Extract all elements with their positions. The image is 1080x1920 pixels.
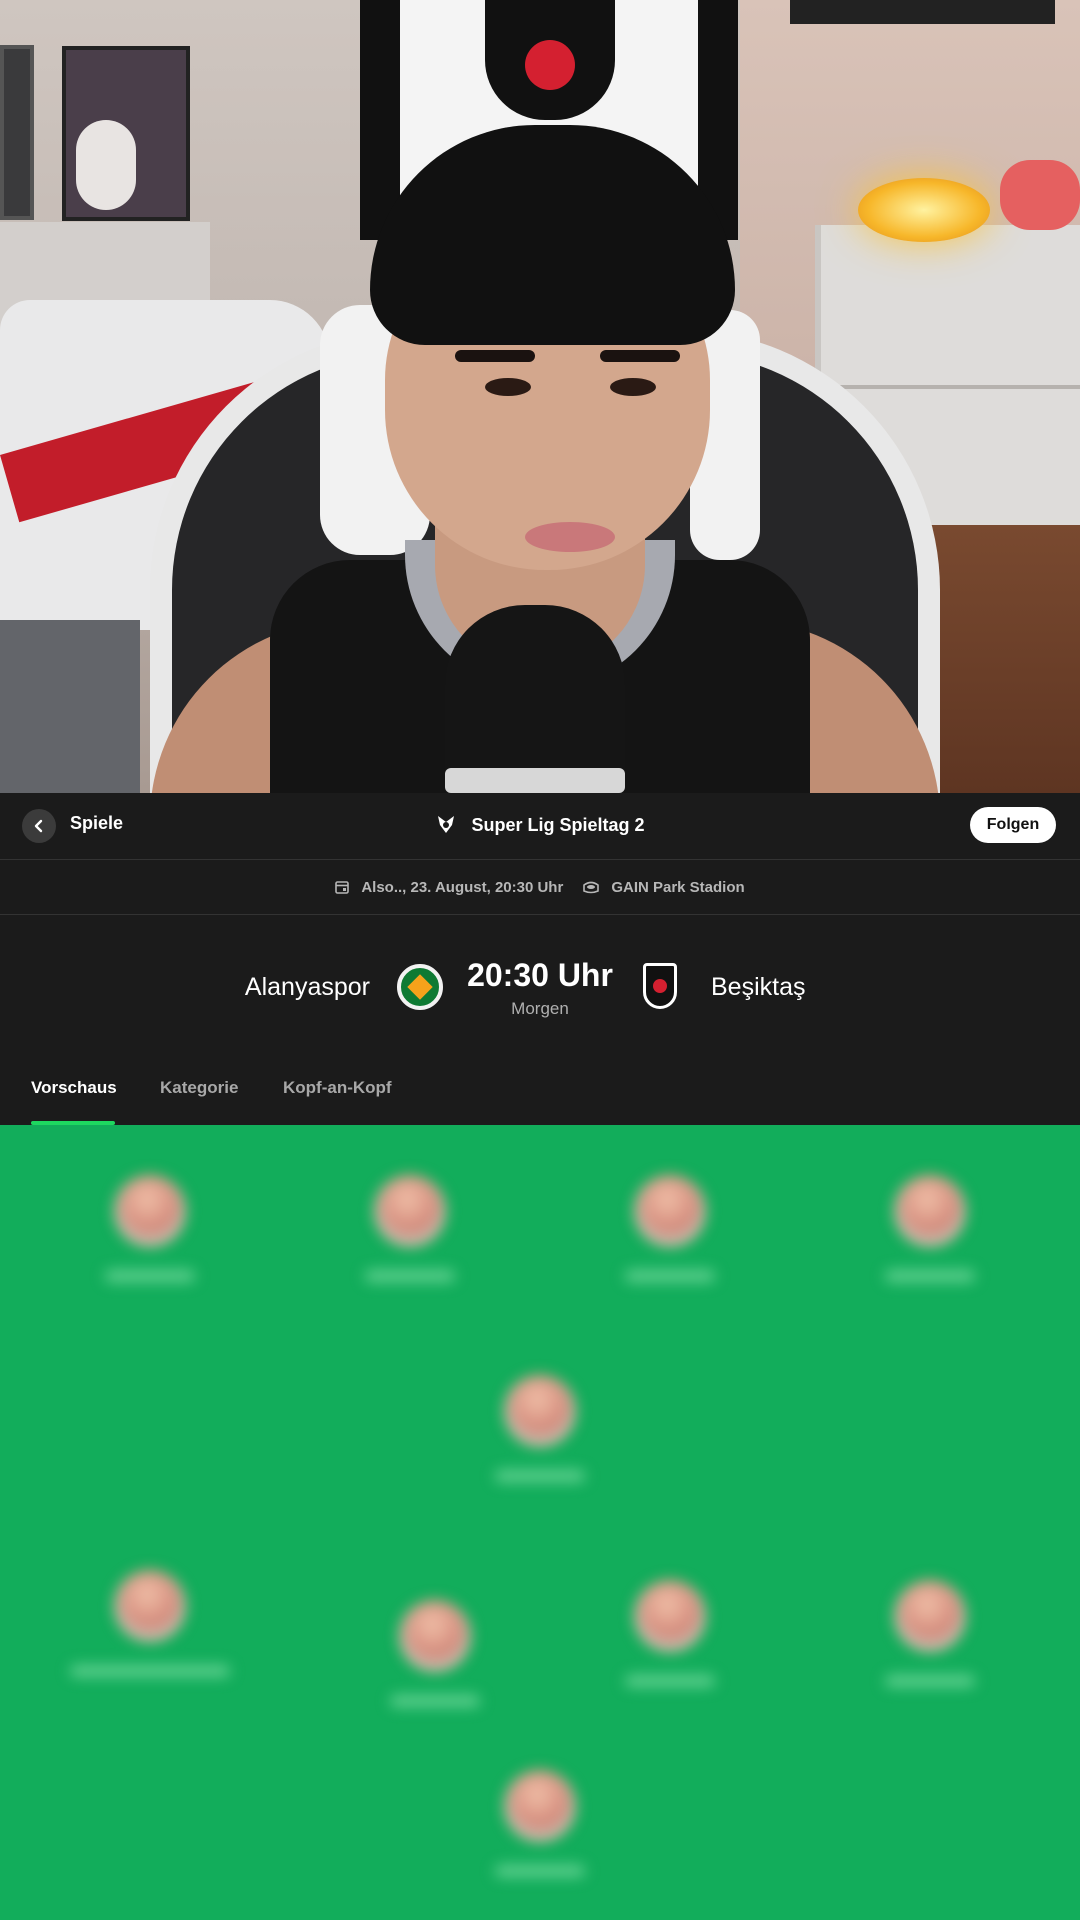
lips — [525, 522, 615, 552]
match-date: Also.., 23. August, 20:30 Uhr — [335, 879, 563, 896]
player-card[interactable] — [875, 1175, 985, 1315]
lineup-pitch — [0, 1125, 1080, 1920]
player-card[interactable] — [70, 1570, 230, 1710]
player-card[interactable] — [485, 1770, 595, 1910]
poster — [0, 45, 34, 220]
super-lig-logo-icon — [438, 816, 455, 833]
follow-button[interactable]: Folgen — [970, 807, 1056, 843]
player-card[interactable] — [95, 1175, 205, 1315]
match-info-row: Also.., 23. August, 20:30 Uhr GAIN Park … — [0, 860, 1080, 914]
tab-kategorie[interactable]: Kategorie — [160, 1078, 238, 1098]
player-card[interactable] — [485, 1375, 595, 1515]
player-card[interactable] — [355, 1175, 465, 1315]
tab-kopf-an-kopf[interactable]: Kopf-an-Kopf — [283, 1078, 392, 1098]
tab-bar: Vorschaus Kategorie Kopf-an-Kopf — [0, 1068, 1080, 1125]
besiktas-crest-icon[interactable] — [643, 963, 677, 1009]
match-stadium: GAIN Park Stadion — [583, 878, 745, 896]
toy — [1000, 160, 1080, 230]
league-title-text: Super Lig Spieltag 2 — [471, 815, 645, 835]
match-header: Alanyaspor 20:30 Uhr Morgen Beşiktaş — [0, 915, 1080, 1055]
player-card[interactable] — [380, 1600, 490, 1740]
calendar-icon — [335, 881, 350, 894]
stadium-icon — [583, 881, 600, 894]
kickoff-time: 20:30 Uhr — [467, 957, 613, 993]
eye — [485, 378, 531, 396]
tv — [790, 0, 1055, 24]
player-card[interactable] — [615, 1175, 725, 1315]
player-card[interactable] — [615, 1580, 725, 1720]
eyebrow — [600, 350, 680, 362]
kickoff-day: Morgen — [511, 999, 569, 1018]
microphone-ring — [445, 768, 625, 793]
league-title[interactable]: Super Lig Spieltag 2 — [0, 813, 1080, 836]
match-stadium-text: GAIN Park Stadion — [611, 878, 745, 896]
lamp — [858, 178, 990, 242]
webcam-video — [0, 0, 1080, 793]
top-bar: Spiele Super Lig Spieltag 2 Folgen — [0, 793, 1080, 859]
eye — [610, 378, 656, 396]
eyebrow — [455, 350, 535, 362]
player-card[interactable] — [875, 1580, 985, 1720]
microphone — [445, 605, 625, 793]
poster — [62, 46, 190, 221]
away-team-name[interactable]: Beşiktaş — [711, 973, 805, 1002]
bed-base — [0, 620, 140, 793]
tab-vorschaus[interactable]: Vorschaus — [31, 1078, 117, 1098]
match-date-text: Also.., 23. August, 20:30 Uhr — [361, 878, 564, 896]
